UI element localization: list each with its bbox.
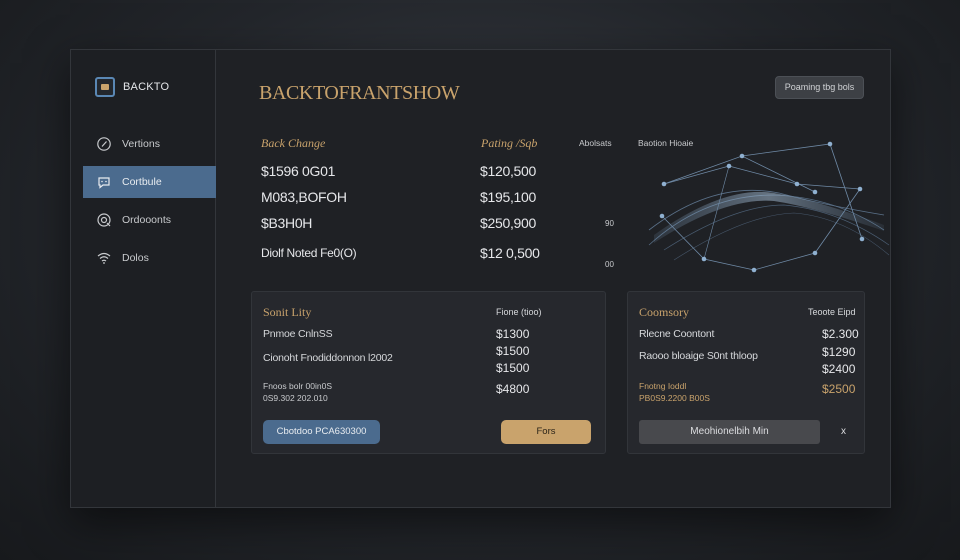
card-title: Sonit Lity	[263, 305, 312, 319]
card-row-value: $2.300	[822, 327, 859, 341]
sidebar-nav: Vertions Cortbule Ordooonts Dolos	[83, 128, 216, 280]
sidebar-item-ordooonts[interactable]: Ordooonts	[83, 204, 216, 236]
card-note-value: $2500	[822, 382, 856, 396]
primary-action-button[interactable]: Cbotdoo PCA630300	[263, 420, 380, 444]
sidebar-item-cortbule[interactable]: Cortbule	[83, 166, 216, 198]
table-row-label: $1596 0G01	[261, 163, 336, 179]
axis-tick-label: 00	[605, 260, 614, 269]
sidebar-item-label: Ordooonts	[122, 214, 172, 226]
column-header-back-change: Back Change	[261, 136, 326, 150]
summary-card-left: Sonit Lity Fione (tioo) Pnmoe CnlnSS $13…	[251, 291, 606, 454]
table-row-label: M083,BOFOH	[261, 189, 347, 205]
top-action-button[interactable]: Poaming tbg bols	[775, 76, 864, 99]
logo-text: BACKTO	[123, 81, 170, 93]
table-row-value: $120,500	[480, 163, 536, 179]
card-row-value: $1300	[496, 327, 530, 341]
mechanism-button[interactable]: Meohionelbih Min	[639, 420, 820, 444]
card-row-label: Raooo bloaige S0nt thloop	[639, 350, 758, 362]
chat-icon	[96, 174, 112, 190]
main-content: BACKTOFRANTSHOW Poaming tbg bols Back Ch…	[216, 50, 890, 507]
card-note: Fnotng Ioddl PB0S9.2200 B00S	[639, 380, 710, 404]
column-header-pating: Pating /Sqb	[481, 136, 538, 150]
card-note-line: 0S9.302 202.010	[263, 393, 328, 403]
table-row-value: $12 0,500	[480, 245, 540, 261]
card-row-label: Rlecne Coontont	[639, 328, 715, 340]
card-note-line: Fnotng Ioddl	[639, 381, 687, 391]
network-chart: Baotion Hioaie	[634, 135, 892, 275]
logo-icon	[95, 77, 115, 97]
axis-tick-label: 90	[605, 219, 614, 228]
table-row-value: $250,900	[480, 215, 536, 231]
target-icon	[96, 212, 112, 228]
sidebar-item-dolos[interactable]: Dolos	[83, 242, 216, 274]
sidebar-item-vertions[interactable]: Vertions	[83, 128, 216, 160]
table-row-value: $195,100	[480, 189, 536, 205]
card-row-value: $2400	[822, 362, 856, 376]
summary-card-right: Coomsory Teoote Eipd Rlecne Coontont $2.…	[627, 291, 865, 454]
page-title: BACKTOFRANTSHOW	[259, 82, 460, 104]
sidebar: BACKTO Vertions Cortbule Ordooonts Dolos	[71, 50, 216, 507]
network-chart-graphic	[648, 141, 890, 273]
card-row-value: $1500	[496, 361, 530, 375]
app-window: BACKTO Vertions Cortbule Ordooonts Dolos…	[70, 49, 891, 508]
card-note-line: PB0S9.2200 B00S	[639, 393, 710, 403]
card-note-line: Fnoos bolr 00in0S	[263, 381, 332, 391]
wifi-icon	[96, 250, 112, 266]
card-row-label: Cionoht Fnodiddonnon l2002	[263, 352, 393, 364]
card-title: Coomsory	[639, 305, 690, 319]
chart-title: Baotion Hioaie	[638, 138, 694, 148]
sidebar-item-label: Vertions	[122, 138, 160, 150]
table-row-label: Diolf Noted Fe0(O)	[261, 246, 357, 260]
sidebar-item-label: Dolos	[122, 252, 149, 264]
secondary-action-button[interactable]: Fors	[501, 420, 591, 444]
tag-icon	[96, 136, 112, 152]
close-icon[interactable]: x	[841, 426, 846, 437]
card-column-header: Teoote Eipd	[808, 307, 856, 317]
table-row-label: $B3H0H	[261, 215, 313, 231]
card-column-header: Fione (tioo)	[496, 307, 542, 317]
card-row-label: Pnmoe CnlnSS	[263, 328, 333, 340]
card-note: Fnoos bolr 00in0S 0S9.302 202.010	[263, 380, 332, 404]
card-row-value: $1500	[496, 344, 530, 358]
sidebar-item-label: Cortbule	[122, 176, 162, 188]
column-header-abolsats: Abolsats	[579, 138, 612, 148]
card-note-value: $4800	[496, 382, 530, 396]
card-row-value: $1290	[822, 345, 856, 359]
logo[interactable]: BACKTO	[95, 77, 169, 97]
